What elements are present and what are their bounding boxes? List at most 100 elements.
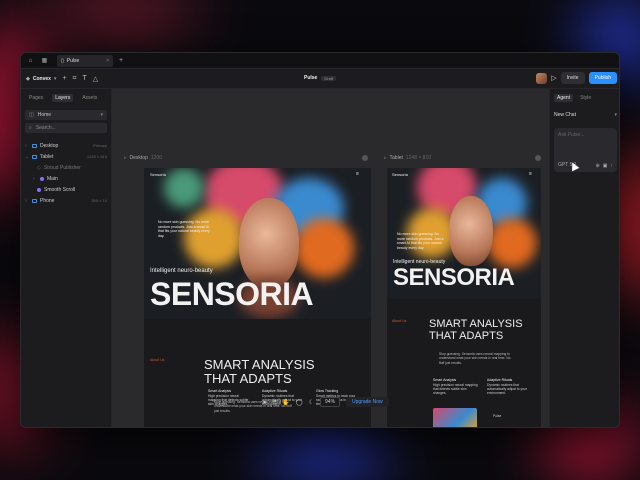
layer-smooth-scroll[interactable]: Smooth Scroll [21, 184, 111, 195]
image-icon[interactable]: ▣ [603, 163, 608, 169]
frame-icon [32, 154, 37, 159]
about-label: About Us [392, 319, 407, 323]
layer-label: Desktop [40, 142, 59, 149]
frame-icon [32, 143, 37, 148]
chevron-down-icon: ▾ [614, 112, 617, 118]
attach-icon[interactable]: ⊕ [596, 163, 600, 169]
shape-icon[interactable]: △ [93, 75, 98, 83]
project-menu[interactable]: ◆ Convex ▾ [26, 76, 56, 82]
comment-icon[interactable]: ◯ [296, 399, 303, 406]
layer-meta: Primary [93, 143, 107, 148]
feature-card-smart-analysis: Smart Analysis High precision neural map… [433, 378, 479, 395]
zoom-level[interactable]: 94% [320, 397, 341, 407]
layer-search-input[interactable]: ⌕ Search... [25, 123, 107, 133]
hero-headline: SENSORIA [150, 276, 314, 312]
canvas-bottom-toolbar: ➤ ⌗ ✋ ◯ ☾ 94% Upgrade Now [262, 395, 462, 409]
about-label: About Us [150, 358, 165, 362]
menu-icon[interactable]: ≡ [529, 171, 532, 177]
chevron-right-icon: › [25, 142, 27, 149]
tablet-frame[interactable]: Sensoria ≡ No more skin guessing. No mor… [387, 168, 541, 427]
close-tab-icon[interactable]: × [106, 58, 109, 64]
tablet-frame-label[interactable]: ▹ Tablet 1248 × 810 [384, 155, 431, 161]
hero-blurb: No more skin guessing. No more random pr… [158, 220, 210, 238]
hand-icon[interactable]: ✋ [282, 399, 289, 406]
file-icon: ▯ [61, 57, 64, 64]
section-heading-line2: THAT ADAPTS [204, 371, 292, 386]
document-title: Pulse Draft [304, 75, 337, 81]
tab-style[interactable]: Style [577, 94, 594, 102]
layer-label: Stroud Publisher [43, 164, 81, 171]
card-text: High precision neural mapping that detec… [208, 393, 249, 407]
layer-phone[interactable]: › Phone 390 × 14 [21, 195, 111, 206]
section-heading-line2: THAT ADAPTS [429, 330, 504, 342]
card-text: Dynamic routines that automatically adju… [487, 382, 527, 396]
layer-tablet[interactable]: ⌄ Tablet 1248 × 810 [21, 151, 111, 162]
new-tab-button[interactable]: + [119, 57, 123, 64]
feature-card-adaptive-rituals: Adaptive Rituals Dynamic routines that a… [487, 378, 537, 395]
hero-blurb: No more skin guessing. No more random pr… [397, 232, 444, 250]
frame-icon [32, 198, 37, 203]
chevron-down-icon: ⌄ [25, 153, 30, 160]
tab-agent[interactable]: Agent [554, 94, 574, 102]
text-icon[interactable]: T [82, 75, 86, 82]
site-brand: Sensoria [150, 172, 166, 177]
frame-name: Desktop [129, 155, 148, 161]
cursor-icon[interactable]: ➤ [262, 399, 267, 406]
avatar[interactable] [536, 72, 548, 84]
tab-assets[interactable]: Assets [79, 94, 100, 102]
publish-button[interactable]: Publish [588, 72, 617, 84]
hero-tagline: Intelligent neuro-beauty [150, 268, 213, 274]
home-icon[interactable]: ⌂ [26, 56, 35, 65]
layer-main[interactable]: › Main [21, 173, 111, 184]
layer-desktop[interactable]: › Desktop Primary [21, 140, 111, 151]
frame-icon[interactable]: ⌗ [273, 399, 276, 406]
upgrade-button[interactable]: Upgrade Now [346, 397, 389, 407]
moon-icon[interactable]: ☾ [309, 399, 314, 406]
layer-label: Main [47, 175, 58, 182]
layer-label: Phone [40, 197, 55, 204]
design-canvas[interactable]: ▹ Desktop 1200 ▹ Tablet 1248 × 810 Senso… [112, 89, 549, 427]
layer-stroud-publisher[interactable]: ◇ Stroud Publisher [21, 162, 111, 173]
chat-select-value: New Chat [554, 112, 576, 118]
play-icon[interactable]: ▷ [551, 74, 556, 82]
tab-pages[interactable]: Pages [26, 94, 46, 102]
hero-headline: SENSORIA [393, 264, 515, 291]
search-placeholder: Search... [35, 125, 56, 131]
page-select[interactable]: ◫ Home ▾ [25, 110, 107, 120]
chat-select[interactable]: New Chat ▾ [554, 110, 617, 120]
left-panel: Pages Layers Assets ◫ Home ▾ ⌕ Search...… [21, 89, 112, 427]
desktop-frame-label[interactable]: ▹ Desktop 1200 [124, 155, 162, 161]
add-icon[interactable]: + [62, 75, 66, 82]
file-tab[interactable]: ▯ Pulse × [57, 54, 113, 67]
menu-icon[interactable]: ≡ [356, 171, 359, 177]
chevron-down-icon: ▾ [53, 75, 57, 82]
frame-icon[interactable]: ⌗ [73, 75, 77, 83]
layer-meta: 390 × 14 [91, 198, 107, 203]
pulse-label: Pulse [493, 414, 502, 418]
invite-button[interactable]: Invite [560, 72, 585, 84]
component-icon [37, 187, 41, 192]
prompt-input[interactable]: Ask Pulse... GPT 5.1 ⊕ ▣ ↑ [554, 128, 617, 172]
component-icon [40, 176, 44, 181]
section-heading-line1: SMART ANALYSIS [429, 318, 523, 330]
layer-label: Smooth Scroll [44, 186, 76, 193]
site-brand: Sensoria [392, 172, 408, 177]
pulse-widget: Pulse [493, 414, 533, 418]
main-toolbar: ◆ Convex ▾ + ⌗ T △ Pulse Draft ▷ Invite … [21, 69, 619, 89]
add-breakpoint-icon[interactable] [535, 155, 541, 161]
send-icon[interactable]: ↑ [611, 163, 614, 169]
tab-layers[interactable]: Layers [52, 94, 74, 102]
play-icon: ▹ [124, 155, 127, 161]
title-bar: ⌂ ▦ ▯ Pulse × + [21, 53, 619, 69]
add-breakpoint-icon[interactable] [362, 155, 368, 161]
frame-size: 1200 [150, 155, 162, 161]
page-select-value: Home [37, 112, 52, 118]
grid-icon[interactable]: ▦ [40, 56, 49, 65]
file-tab-label: Pulse [66, 57, 80, 64]
component-icon: ◇ [37, 164, 41, 171]
project-name: Convex [32, 75, 51, 82]
play-icon: ▹ [384, 155, 387, 161]
page-icon: ◫ [29, 112, 34, 118]
frame-name: Tablet [389, 155, 403, 161]
right-panel: Agent Style New Chat ▾ Ask Pulse... GPT … [549, 89, 619, 427]
